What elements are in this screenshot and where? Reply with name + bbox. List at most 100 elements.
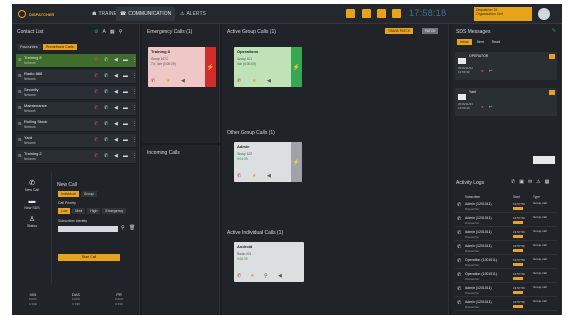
ptt-icon[interactable]: ◀	[114, 122, 118, 127]
ptt-icon[interactable]: ◀	[114, 138, 118, 143]
activity-row[interactable]: ✆ Operation (1201011) Dispatcher 13:57:50 Gr…	[455, 271, 557, 283]
emergency-call-icon[interactable]: ✆	[94, 138, 98, 143]
speaker-icon[interactable]: ◀	[267, 79, 271, 84]
pagination[interactable]	[533, 156, 555, 164]
help-button[interactable]	[392, 9, 401, 18]
tab-inbox[interactable]: Inbox	[457, 39, 472, 45]
priority-high[interactable]: High	[87, 208, 101, 214]
activity-row[interactable]: ✆ Admin (1201011) Dispatcher 13:57:50 Group …	[455, 215, 557, 227]
star-icon[interactable]: ★	[252, 79, 256, 84]
sidebar-item-new-call[interactable]: ✆ New Call	[16, 180, 48, 192]
emergency-call-icon[interactable]: ✆	[94, 74, 98, 79]
search-icon[interactable]: ⚲	[121, 225, 125, 231]
call-icon[interactable]: ✆	[104, 106, 108, 111]
sds-message[interactable]: Yard 2016/11/04 13:59:10 ● ↩	[455, 88, 557, 116]
sort-icon[interactable]: A	[102, 29, 105, 35]
reply-icon[interactable]: ↩	[489, 104, 492, 109]
priority-emergency[interactable]: Emergency	[102, 208, 127, 214]
hangup-icon[interactable]: ✆	[151, 79, 155, 84]
tab-communication[interactable]: ☎ COMMUNICATION	[116, 7, 176, 21]
filter-icon[interactable]: ▣	[519, 179, 524, 185]
call-icon[interactable]: ✆	[104, 58, 108, 63]
emergency-call-card[interactable]: Training 8 Group 1071 TX: 0ch (0:00:09) …	[148, 47, 216, 87]
activity-row[interactable]: ✆ Admin (1201011) Dispatcher 13:57:50 Group …	[455, 285, 557, 297]
more-icon[interactable]: ⋮	[132, 122, 137, 127]
star-icon[interactable]: ★	[166, 79, 170, 84]
delete-icon[interactable]: ●	[481, 104, 483, 109]
call-icon[interactable]: ✆	[104, 74, 108, 79]
reply-icon[interactable]: ↩	[489, 68, 492, 73]
ptt-icon[interactable]: ◀	[114, 90, 118, 95]
user-info[interactable]: Dispatcher 01 Organisation Unit	[474, 7, 532, 21]
alert-filter-icon[interactable]: ⚠	[536, 179, 540, 185]
message-icon[interactable]: ▬	[123, 90, 128, 95]
star-icon[interactable]: ★	[250, 274, 254, 279]
tab-read[interactable]: Read	[489, 39, 503, 45]
ptt-icon[interactable]: ◀	[114, 106, 118, 111]
join-button[interactable]: ⚡	[291, 142, 302, 182]
contact-row[interactable]: ☰ Radio 888 Network ✆ ✆ ◀ ▬ ⋮	[16, 70, 137, 84]
contact-row[interactable]: ☰ Rolling Stock Network ✆ ✆ ◀ ▬ ⋮	[16, 118, 137, 132]
avatar[interactable]	[538, 8, 550, 20]
hangup-icon[interactable]: ✆	[237, 79, 241, 84]
grid-icon[interactable]: ▦	[110, 29, 115, 35]
activity-row[interactable]: ✆ Operation (1201011) Dispatcher 13:57:50 Gr…	[455, 257, 557, 269]
hangup-icon[interactable]: ✆	[237, 174, 241, 179]
more-icon[interactable]: ⋮	[132, 154, 137, 159]
ptt-icon[interactable]: ◀	[114, 154, 118, 159]
contact-row[interactable]: ☰ Training 2 Network ✆ ✆ ◀ ▬ ⋮	[16, 150, 137, 164]
ptt-button[interactable]: ⚡	[291, 47, 302, 87]
call-type-group[interactable]: Group	[80, 191, 97, 197]
more-icon[interactable]: ⋮	[132, 58, 137, 63]
emergency-call-icon[interactable]: ✆	[94, 90, 98, 95]
tab-alerts[interactable]: ⚠ ALERTS	[176, 7, 210, 21]
message-icon[interactable]: ▬	[123, 74, 128, 79]
message-filter-icon[interactable]: ✉	[528, 179, 532, 185]
ptt-icon[interactable]: ◀	[114, 74, 118, 79]
emergency-end-button[interactable]: ⚡	[205, 47, 216, 87]
compose-icon[interactable]: ✎	[552, 28, 556, 34]
delete-icon[interactable]: 🗑	[129, 225, 135, 231]
grid-icon[interactable]: ▦	[545, 179, 550, 185]
patch-button[interactable]: PATCH	[422, 28, 439, 34]
tab-favourites[interactable]: Favourites	[17, 44, 41, 50]
speaker-icon[interactable]: ◀	[181, 79, 185, 84]
emergency-call-icon[interactable]: ✆	[94, 122, 98, 127]
speaker-icon[interactable]: ◀	[278, 274, 282, 279]
call-type-individual[interactable]: Individual	[58, 191, 79, 197]
more-icon[interactable]: ⋮	[132, 106, 137, 111]
more-icon[interactable]: ⋮	[132, 74, 137, 79]
tab-sent[interactable]: Sent	[474, 39, 487, 45]
hangup-icon[interactable]: ✆	[237, 274, 241, 279]
message-icon[interactable]: ▬	[123, 106, 128, 111]
message-icon[interactable]: ▬	[123, 154, 128, 159]
activity-row[interactable]: ✆ Admin (1201011) Dispatcher 13:57:50 Group …	[455, 201, 557, 213]
delete-icon[interactable]: ●	[481, 68, 483, 73]
more-icon[interactable]: ⋮	[132, 90, 137, 95]
sidebar-item-status[interactable]: ♙ Status	[16, 216, 48, 228]
active-individual-call-card[interactable]: Android Radio 001 0:00:09 ✆ ★ ⚲ ◀	[234, 242, 304, 282]
activity-row[interactable]: ✆ Admin (1201011) Dispatcher 13:57:50 Group …	[455, 299, 557, 311]
search-icon[interactable]: ⚲	[119, 29, 123, 35]
sds-message[interactable]: OPERATOR 2016/11/04 13:59:32 ● ↩	[455, 52, 557, 80]
message-icon[interactable]: ▬	[123, 122, 128, 127]
contact-row[interactable]: ☰ Yard Network ✆ ✆ ◀ ▬ ⋮	[16, 134, 137, 148]
sidebar-item-new-sds[interactable]: ▬ New SDS	[16, 198, 48, 210]
call-icon[interactable]: ✆	[104, 90, 108, 95]
priority-low[interactable]: Low	[58, 208, 71, 214]
settings-icon[interactable]: ⚙	[94, 29, 98, 35]
start-call-button[interactable]: Start Call	[58, 254, 120, 261]
message-icon[interactable]: ▬	[123, 58, 128, 63]
activity-row[interactable]: ✆ Admin (1201011) Dispatcher 13:57:50 Group …	[455, 229, 557, 241]
emergency-call-icon[interactable]: ✆	[94, 106, 98, 111]
activity-row[interactable]: ✆ Admin (1201011) Dispatcher 13:57:50 Group …	[455, 243, 557, 255]
subscriber-identity-input[interactable]	[58, 226, 118, 232]
star-icon[interactable]: ★	[252, 174, 256, 179]
call-icon[interactable]: ✆	[104, 122, 108, 127]
speaker-icon[interactable]: ◀	[267, 174, 271, 179]
mute-button[interactable]	[362, 9, 371, 18]
ptt-icon[interactable]: ◀	[114, 58, 118, 63]
emergency-call-icon[interactable]: ✆	[94, 154, 98, 159]
call-icon[interactable]: ✆	[104, 154, 108, 159]
other-group-call-card[interactable]: Admin Group 102 0:01:09 ⚡ ✆ ★ ◀	[234, 142, 302, 182]
